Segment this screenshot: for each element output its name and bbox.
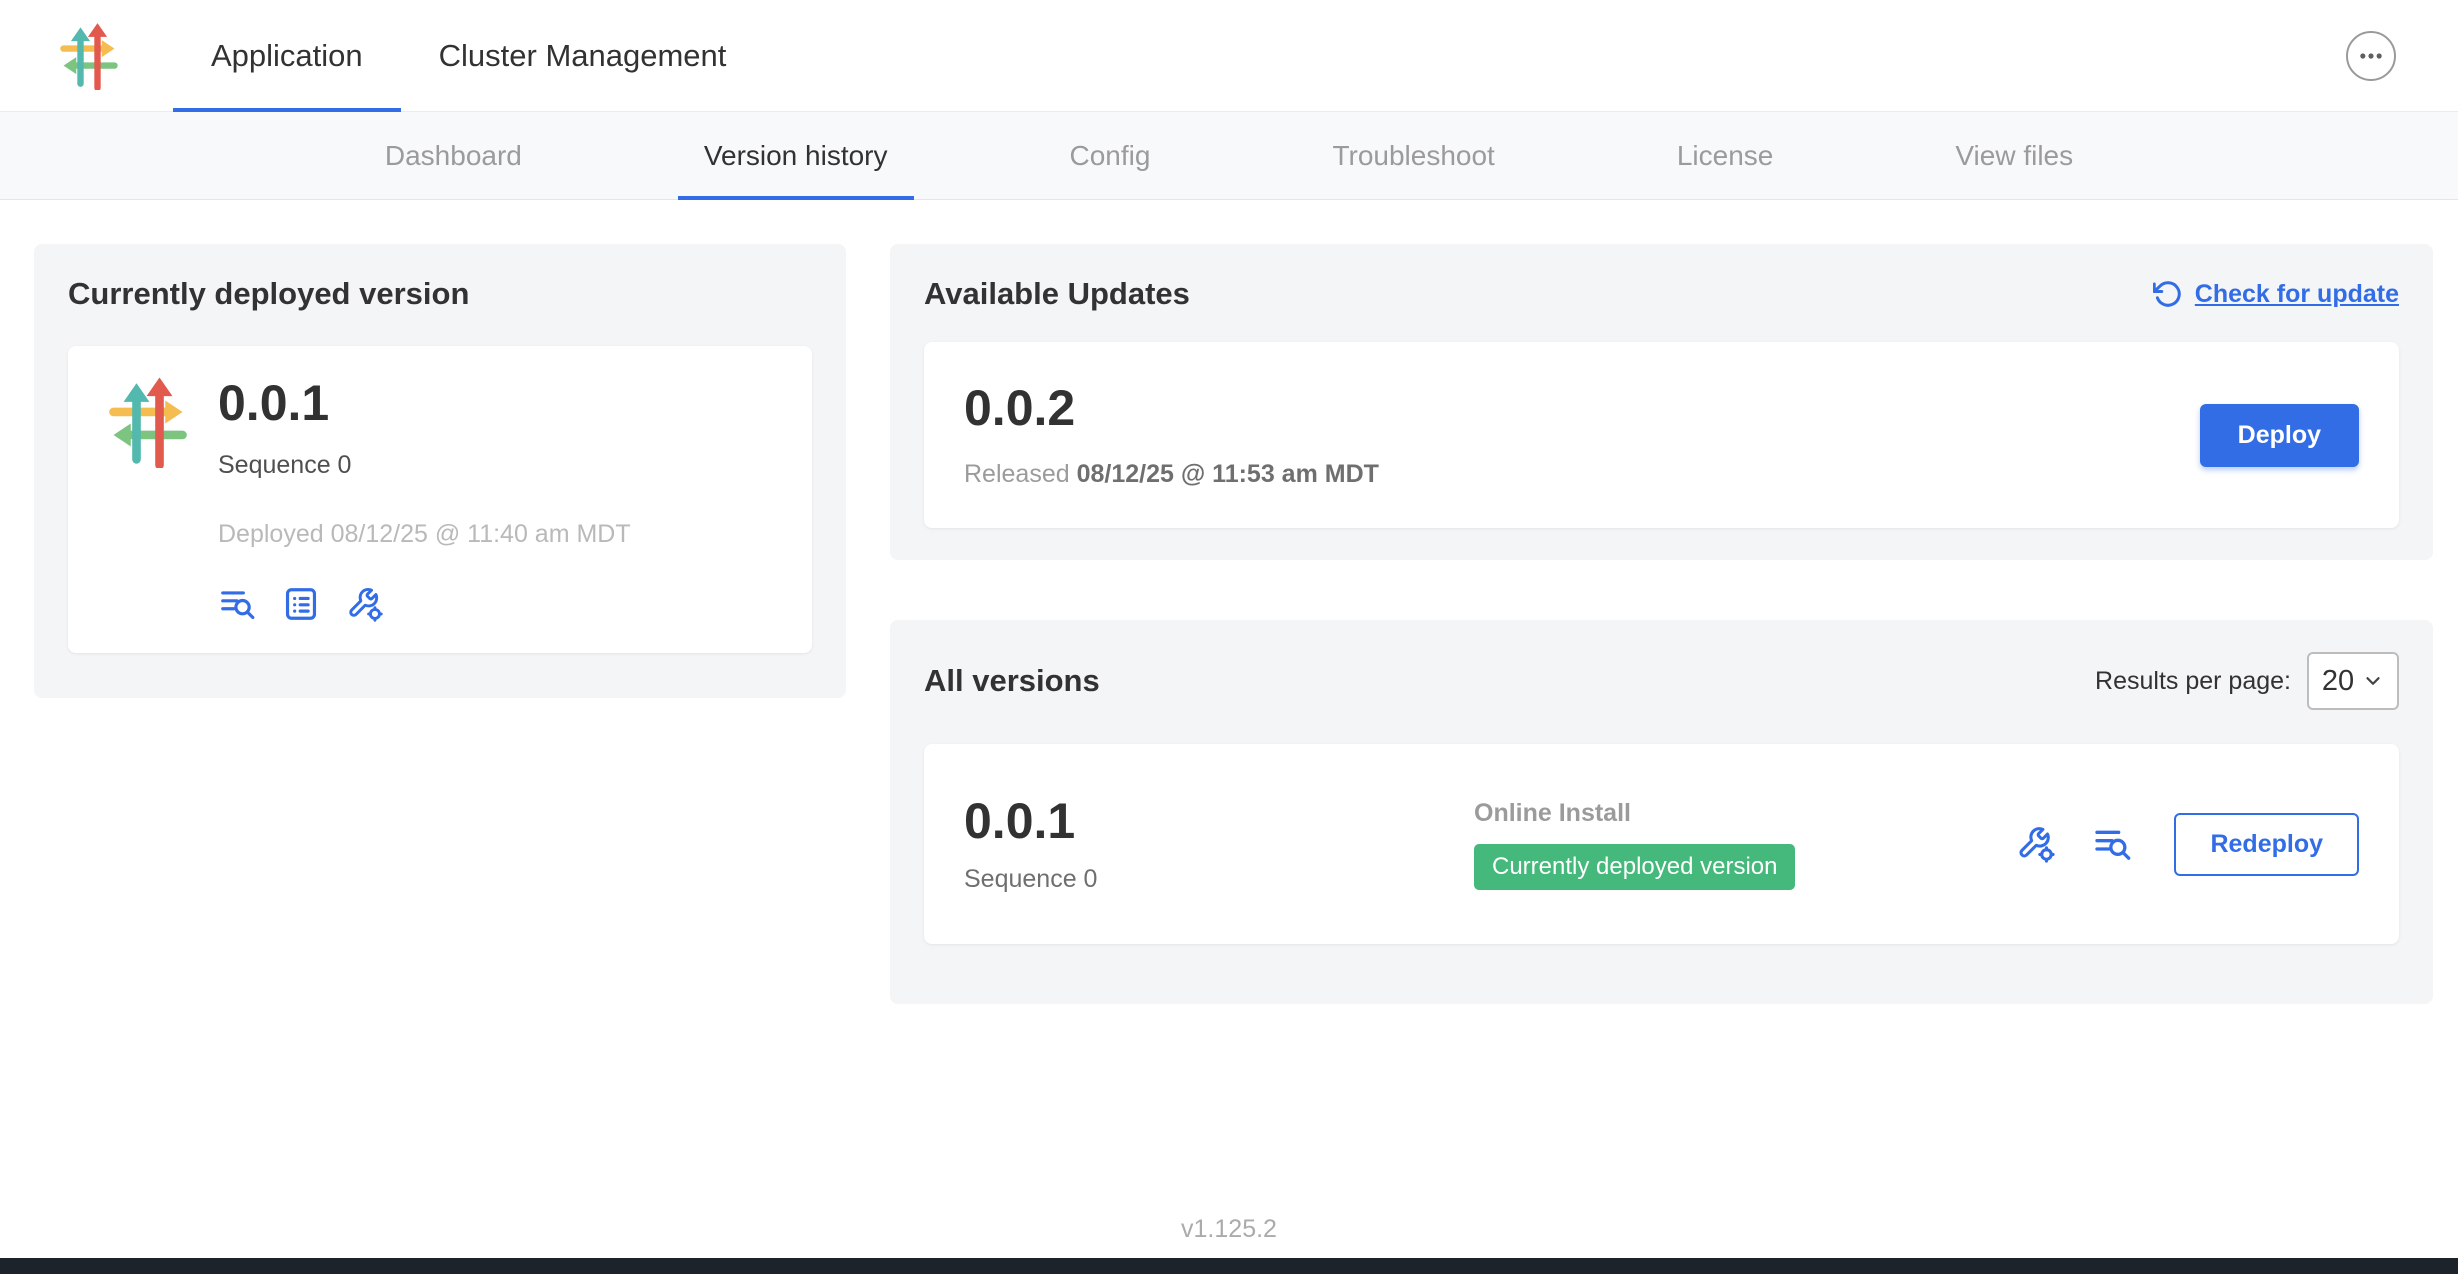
available-updates-title: Available Updates [924, 276, 1190, 312]
tab-config[interactable]: Config [1044, 112, 1177, 199]
tab-dashboard[interactable]: Dashboard [359, 112, 548, 199]
app-logo-icon [55, 22, 123, 90]
install-type-label: Online Install [1474, 799, 2016, 828]
check-for-update-link[interactable]: Check for update [2153, 279, 2399, 309]
row-release-notes-button[interactable] [2092, 824, 2132, 864]
tab-troubleshoot-label: Troubleshoot [1332, 140, 1494, 172]
tab-license-label: License [1677, 140, 1774, 172]
current-version-deployed-date: Deployed 08/12/25 @ 11:40 am MDT [218, 520, 631, 549]
row-edit-config-button[interactable] [2016, 824, 2056, 864]
tab-troubleshoot[interactable]: Troubleshoot [1306, 112, 1520, 199]
version-row-sequence: Sequence 0 [964, 865, 1474, 894]
currently-deployed-card: Currently deployed version [34, 244, 846, 698]
config-wrench-icon [346, 585, 384, 623]
tab-version-history-label: Version history [704, 140, 888, 172]
redeploy-button[interactable]: Redeploy [2174, 813, 2359, 876]
update-version-number: 0.0.2 [964, 381, 1379, 436]
chevron-down-icon [2362, 670, 2384, 692]
tab-view-files[interactable]: View files [1929, 112, 2099, 199]
current-version-sequence: Sequence 0 [218, 451, 631, 480]
tab-dashboard-label: Dashboard [385, 140, 522, 172]
tab-config-label: Config [1070, 140, 1151, 172]
available-updates-header: Available Updates Check for update [924, 276, 2399, 312]
results-per-page-group: Results per page: 20 [2095, 652, 2399, 710]
bottom-bar [0, 1258, 2458, 1274]
release-notes-icon [2092, 824, 2132, 864]
update-row: 0.0.2 Released 08/12/25 @ 11:53 am MDT D… [924, 342, 2399, 528]
version-row-actions: Redeploy [2016, 813, 2359, 876]
released-prefix: Released [964, 460, 1070, 488]
results-per-page-select[interactable]: 20 [2307, 652, 2399, 710]
version-row-number: 0.0.1 [964, 794, 1474, 849]
top-tab-cluster-management[interactable]: Cluster Management [401, 0, 765, 111]
top-nav-spacer [764, 0, 2346, 111]
app-version-logo-icon [102, 376, 194, 468]
edit-config-button[interactable] [346, 585, 384, 623]
page: Application Cluster Management Dashboard… [0, 0, 2458, 1274]
current-version-actions [218, 585, 631, 623]
tab-version-history[interactable]: Version history [678, 112, 914, 199]
top-tab-application-label: Application [211, 38, 363, 74]
update-released-date: Released 08/12/25 @ 11:53 am MDT [964, 460, 1379, 489]
currently-deployed-badge: Currently deployed version [1474, 844, 1795, 890]
version-row-info: 0.0.1 Sequence 0 [964, 794, 1474, 894]
top-tab-cluster-management-label: Cluster Management [439, 38, 727, 74]
ellipsis-icon [2357, 42, 2385, 70]
deploy-button[interactable]: Deploy [2200, 404, 2359, 467]
left-column: Currently deployed version [34, 244, 846, 698]
version-row: 0.0.1 Sequence 0 Online Install Currentl… [924, 744, 2399, 944]
refresh-icon [2153, 279, 2183, 309]
results-per-page-value: 20 [2322, 665, 2354, 698]
top-nav: Application Cluster Management [0, 0, 2458, 112]
released-date: 08/12/25 @ 11:53 am MDT [1077, 460, 1379, 488]
update-details: 0.0.2 Released 08/12/25 @ 11:53 am MDT [964, 381, 1379, 489]
config-wrench-icon [2016, 824, 2056, 864]
sub-nav: Dashboard Version history Config Trouble… [0, 112, 2458, 200]
release-notes-icon [218, 585, 256, 623]
preflight-checks-button[interactable] [282, 585, 320, 623]
current-version-number: 0.0.1 [218, 376, 631, 431]
more-menu-button[interactable] [2346, 31, 2396, 81]
check-for-update-label: Check for update [2195, 280, 2399, 309]
available-updates-card: Available Updates Check for update 0.0.2… [890, 244, 2433, 560]
top-tab-application[interactable]: Application [173, 0, 401, 111]
main-content: Currently deployed version [0, 200, 2458, 1004]
all-versions-card: All versions Results per page: 20 0.0. [890, 620, 2433, 1004]
current-version-panel: 0.0.1 Sequence 0 Deployed 08/12/25 @ 11:… [68, 346, 812, 653]
current-version-details: 0.0.1 Sequence 0 Deployed 08/12/25 @ 11:… [218, 376, 631, 623]
all-versions-title: All versions [924, 663, 1100, 699]
preflight-checks-icon [282, 585, 320, 623]
tab-license[interactable]: License [1651, 112, 1800, 199]
console-version-label: v1.125.2 [0, 1215, 2458, 1244]
currently-deployed-title: Currently deployed version [68, 276, 812, 312]
version-row-status: Online Install Currently deployed versio… [1474, 799, 2016, 890]
results-per-page-label: Results per page: [2095, 667, 2291, 696]
all-versions-header: All versions Results per page: 20 [924, 652, 2399, 710]
right-column: Available Updates Check for update 0.0.2… [890, 244, 2433, 1004]
release-notes-button[interactable] [218, 585, 256, 623]
tab-view-files-label: View files [1955, 140, 2073, 172]
